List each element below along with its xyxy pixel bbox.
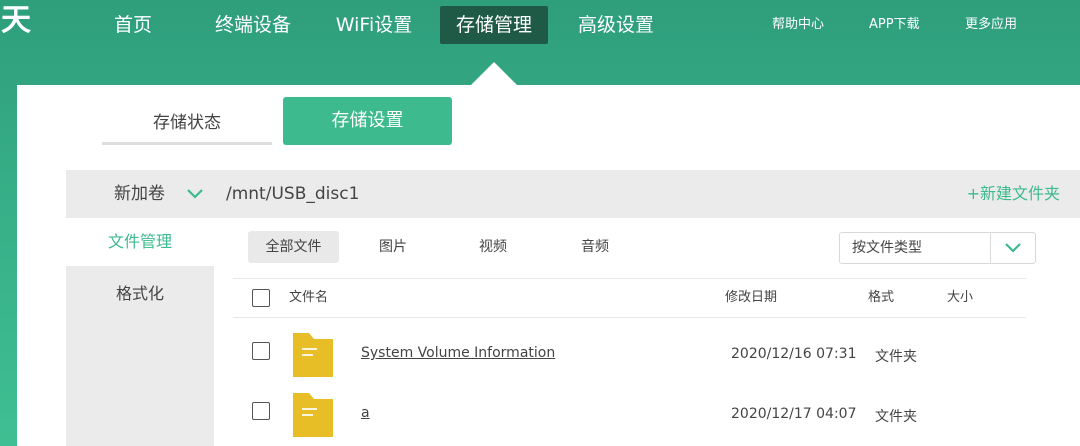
nav-item-home[interactable]: 首页 (98, 6, 168, 44)
sidebar-item-label: 格式化 (115, 284, 164, 303)
chevron-down-icon[interactable] (184, 183, 206, 205)
filter-all-files[interactable]: 全部文件 (248, 231, 339, 263)
folder-icon[interactable] (293, 333, 333, 377)
select-all-checkbox[interactable] (252, 289, 270, 307)
row-checkbox[interactable] (252, 402, 270, 420)
active-nav-pointer (471, 62, 517, 85)
column-header-date[interactable]: 修改日期 (725, 279, 777, 317)
sort-divider (990, 233, 991, 263)
filter-videos[interactable]: 视频 (463, 231, 523, 263)
help-center-link[interactable]: 帮助中心 (772, 14, 824, 36)
sort-dropdown[interactable]: 按文件类型 (839, 232, 1036, 264)
storage-settings-panel: 存储状态 存储设置 新加卷 /mnt/USB_disc1 +新建文件夹 文件管理… (17, 85, 1080, 446)
modified-date: 2020/12/16 07:31 (731, 346, 857, 362)
file-name-link[interactable]: a (361, 405, 370, 421)
file-format: 文件夹 (875, 349, 917, 365)
file-table-header: 文件名 修改日期 格式 大小 (233, 278, 1026, 318)
column-header-format[interactable]: 格式 (868, 279, 894, 317)
volume-path-bar: 新加卷 /mnt/USB_disc1 +新建文件夹 (66, 170, 1080, 218)
top-navigation: 天 首页 终端设备 WiFi设置 存储管理 高级设置 帮助中心 APP下载 更多… (0, 0, 1080, 85)
column-header-size[interactable]: 大小 (947, 279, 973, 317)
column-header-name[interactable]: 文件名 (289, 279, 328, 317)
row-checkbox[interactable] (252, 342, 270, 360)
folder-icon[interactable] (293, 393, 333, 437)
tab-storage-status[interactable]: 存储状态 (102, 105, 272, 145)
volume-selector[interactable]: 新加卷 (114, 170, 165, 218)
filter-images[interactable]: 图片 (363, 231, 423, 263)
sidebar-item-format[interactable]: 格式化 (66, 266, 214, 446)
new-folder-button[interactable]: +新建文件夹 (967, 170, 1060, 218)
nav-item-storage[interactable]: 存储管理 (440, 6, 548, 44)
more-apps-link[interactable]: 更多应用 (965, 14, 1017, 36)
table-row: System Volume Information 2020/12/16 07:… (233, 325, 1026, 385)
file-format: 文件夹 (875, 409, 917, 425)
table-row: a 2020/12/17 04:07 文件夹 (233, 385, 1026, 445)
modified-date: 2020/12/17 04:07 (731, 406, 857, 422)
nav-item-advanced[interactable]: 高级设置 (565, 6, 667, 44)
filter-audio[interactable]: 音频 (565, 231, 625, 263)
sidebar-item-file-management[interactable]: 文件管理 (66, 218, 214, 266)
sort-selected-value: 按文件类型 (852, 240, 922, 256)
nav-item-devices[interactable]: 终端设备 (201, 6, 305, 44)
chevron-down-icon (1005, 243, 1021, 253)
brand-logo[interactable]: 天 (0, 0, 32, 42)
current-path: /mnt/USB_disc1 (226, 184, 360, 204)
nav-item-wifi[interactable]: WiFi设置 (323, 6, 425, 44)
tab-storage-settings[interactable]: 存储设置 (283, 97, 452, 145)
app-download-link[interactable]: APP下载 (869, 14, 920, 36)
file-name-link[interactable]: System Volume Information (361, 345, 555, 361)
